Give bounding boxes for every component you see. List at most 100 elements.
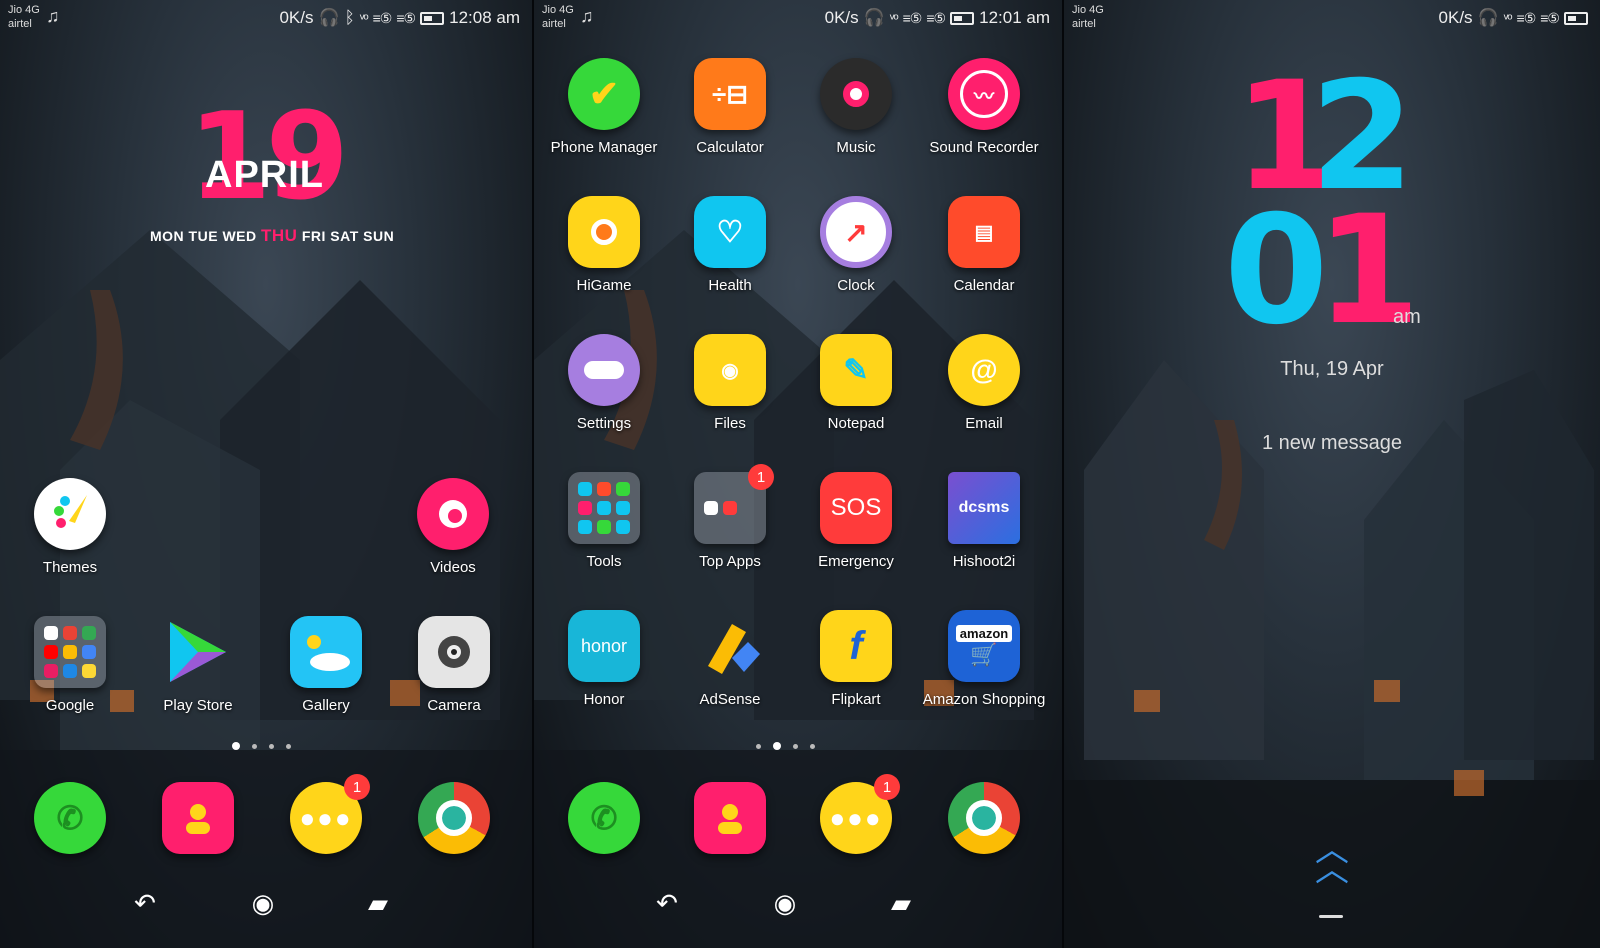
app-calculator[interactable]: ÷⊟ Calculator (660, 58, 800, 156)
app-clock[interactable]: ↗ Clock (786, 196, 926, 294)
top-apps-badge: 1 (748, 464, 774, 490)
app-play-store[interactable]: Play Store (128, 616, 268, 714)
chrome-icon (418, 782, 490, 854)
signal-icon-1: ≡⑤ (372, 9, 393, 26)
app-sound-recorder[interactable]: 〰 Sound Recorder (914, 58, 1054, 156)
lock-date: Thu, 19 Apr (1280, 358, 1384, 380)
shield-check-icon: ✔ (568, 58, 640, 130)
home-indicator (1319, 915, 1343, 918)
clock-minute-1: 0 (1224, 184, 1329, 358)
app-health[interactable]: ♡ Health (660, 196, 800, 294)
pen-note-icon: ✎ (820, 334, 892, 406)
signal-icon-2: ≡⑤ (396, 9, 416, 26)
app-settings[interactable]: Settings (534, 334, 674, 432)
dock-phone[interactable]: ✆ (534, 782, 674, 854)
carrier-info: Jio 4G airtel (1072, 4, 1104, 30)
phone-icon: ✆ (34, 782, 106, 854)
messages-badge: 1 (874, 774, 900, 800)
app-phone-manager[interactable]: ✔ Phone Manager (534, 58, 674, 156)
widget-month: APRIL (205, 154, 324, 196)
gallery-icon (290, 616, 362, 688)
dock-messages[interactable]: ●●● 1 (786, 774, 926, 854)
swipe-up-icon[interactable]: ︿ ︿ (1307, 833, 1357, 887)
back-icon[interactable]: ↶ (642, 888, 692, 919)
app-music[interactable]: Music (786, 58, 926, 156)
nav-bar: ↶ ◉ ▰ (0, 888, 532, 928)
recents-icon[interactable]: ▰ (876, 888, 926, 919)
headset-icon: 🎧 (1477, 8, 1499, 27)
battery-icon (420, 11, 445, 25)
alarm-clock-icon: ↗ (820, 196, 892, 268)
video-icon (417, 478, 489, 550)
dock-phone[interactable]: ✆ (0, 782, 140, 854)
at-sign-icon: @ (948, 334, 1020, 406)
app-videos[interactable]: Videos (383, 478, 523, 576)
messages-icon: ●●● 1 (290, 774, 370, 854)
recents-icon[interactable]: ▰ (353, 888, 403, 919)
status-bar: Jio 4G airtel ♫ 0K/s 🎧 ᛒ ᵛᵒ ≡⑤ ≡⑤ 12:08 a… (0, 0, 532, 36)
sos-icon: SOS (820, 472, 892, 544)
status-icons: 0K/s 🎧 ᛒ ᵛᵒ ≡⑤ ≡⑤ 12:08 am (279, 8, 520, 27)
top-apps-folder-icon: 1 (694, 464, 774, 544)
clock-ampm: am (1393, 306, 1421, 328)
app-higame[interactable]: HiGame (534, 196, 674, 294)
app-tools[interactable]: Tools (534, 472, 674, 570)
app-amazon[interactable]: amazon 🛒 Amazon Shopping (914, 610, 1054, 708)
app-calendar[interactable]: ▤ Calendar (914, 196, 1054, 294)
palette-icon (34, 478, 106, 550)
page-indicator[interactable] (232, 742, 291, 750)
app-notepad[interactable]: ✎ Notepad (786, 334, 926, 432)
adsense-icon (694, 610, 766, 682)
bluetooth-icon: ᛒ (344, 8, 355, 27)
app-themes[interactable]: Themes (0, 478, 140, 576)
volte-icon: ᵛᵒ (1503, 10, 1513, 26)
dock-chrome[interactable] (384, 782, 524, 854)
app-google[interactable]: Google (0, 616, 140, 714)
app-honor[interactable]: honor Honor (534, 610, 674, 708)
battery-icon (950, 11, 975, 25)
app-hishoot2i[interactable]: dcsms Hishoot2i (914, 472, 1054, 570)
home-icon[interactable]: ◉ (238, 888, 288, 919)
nav-bar: ↶ ◉ ▰ (534, 888, 1062, 928)
status-icons: 0K/s 🎧 ᵛᵒ ≡⑤ ≡⑤ (1439, 8, 1588, 28)
dock-messages[interactable]: ●●● 1 (256, 774, 396, 854)
page-indicator[interactable] (756, 742, 815, 750)
battery-icon (1564, 11, 1588, 25)
carrier-info: Jio 4G airtel (542, 4, 574, 30)
widget-weekdays: MON TUE WED THU FRI SAT SUN (150, 226, 395, 245)
calendar-icon: ▤ (948, 196, 1020, 268)
tools-folder-icon (568, 472, 640, 544)
status-bar: Jio 4G airtel ♫ 0K/s 🎧 ᵛᵒ ≡⑤ ≡⑤ 12:01 am (534, 0, 1062, 36)
play-store-icon (162, 616, 234, 688)
home-icon[interactable]: ◉ (760, 888, 810, 919)
headset-icon: 🎧 (318, 8, 340, 27)
camera-icon (418, 616, 490, 688)
volte-icon: ᵛᵒ (359, 10, 369, 26)
app-camera[interactable]: Camera (384, 616, 524, 714)
signal-icon-1: ≡⑤ (1516, 9, 1537, 26)
heart-pulse-icon: ♡ (694, 196, 766, 268)
music-note-icon: ♫ (580, 6, 594, 26)
back-icon[interactable]: ↶ (120, 888, 170, 919)
home-screen: Jio 4G airtel ♫ 0K/s 🎧 ᛒ ᵛᵒ ≡⑤ ≡⑤ 12:08 a… (0, 0, 532, 948)
status-bar: Jio 4G airtel 0K/s 🎧 ᵛᵒ ≡⑤ ≡⑤ (1064, 0, 1600, 36)
app-email[interactable]: @ Email (914, 334, 1054, 432)
dock-chrome[interactable] (914, 782, 1054, 854)
gamepad-icon (568, 196, 640, 268)
lock-notification[interactable]: 1 new message (1064, 432, 1600, 455)
app-flipkart[interactable]: f Flipkart (786, 610, 926, 708)
app-top-apps[interactable]: 1 Top Apps (660, 464, 800, 570)
app-gallery[interactable]: Gallery (256, 616, 396, 714)
calculator-icon: ÷⊟ (694, 58, 766, 130)
phone-icon: ✆ (568, 782, 640, 854)
music-note-icon: ♫ (46, 6, 60, 26)
app-files[interactable]: ◉ Files (660, 334, 800, 432)
app-adsense[interactable]: AdSense (660, 610, 800, 708)
dock-contacts[interactable] (660, 782, 800, 854)
waveform-icon: 〰 (948, 58, 1020, 130)
dock-contacts[interactable] (128, 782, 268, 854)
signal-icon-1: ≡⑤ (902, 9, 923, 26)
app-emergency[interactable]: SOS Emergency (786, 472, 926, 570)
app-drawer-screen: Jio 4G airtel ♫ 0K/s 🎧 ᵛᵒ ≡⑤ ≡⑤ 12:01 am … (534, 0, 1062, 948)
signal-icon-2: ≡⑤ (926, 9, 946, 26)
